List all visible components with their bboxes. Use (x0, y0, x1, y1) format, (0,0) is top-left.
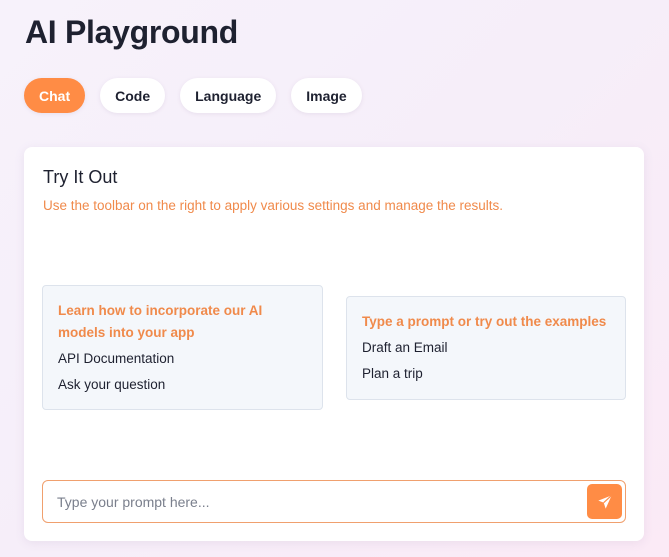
prompt-bar (42, 480, 626, 523)
tab-bar: Chat Code Language Image (24, 78, 362, 113)
tab-chat[interactable]: Chat (24, 78, 86, 113)
try-it-out-card: Try It Out Use the toolbar on the right … (24, 147, 644, 541)
tab-image[interactable]: Image (291, 78, 362, 113)
page-title: AI Playground (25, 14, 239, 50)
paper-plane-icon (597, 494, 612, 509)
examples-info-box: Type a prompt or try out the examples Dr… (346, 296, 626, 400)
card-subtitle: Use the toolbar on the right to apply va… (43, 198, 504, 213)
send-button[interactable] (587, 484, 622, 519)
docs-info-box: Learn how to incorporate our AI models i… (42, 285, 323, 410)
tab-language[interactable]: Language (180, 78, 277, 113)
example-draft-email[interactable]: Draft an Email (362, 335, 610, 361)
prompt-input[interactable] (57, 481, 577, 522)
api-documentation-link[interactable]: API Documentation (58, 346, 307, 372)
ask-question-link[interactable]: Ask your question (58, 372, 307, 398)
card-title: Try It Out (43, 167, 118, 187)
docs-box-heading: Learn how to incorporate our AI models i… (58, 303, 263, 340)
examples-box-heading: Type a prompt or try out the examples (362, 314, 607, 329)
example-plan-trip[interactable]: Plan a trip (362, 361, 610, 387)
tab-code[interactable]: Code (100, 78, 166, 113)
